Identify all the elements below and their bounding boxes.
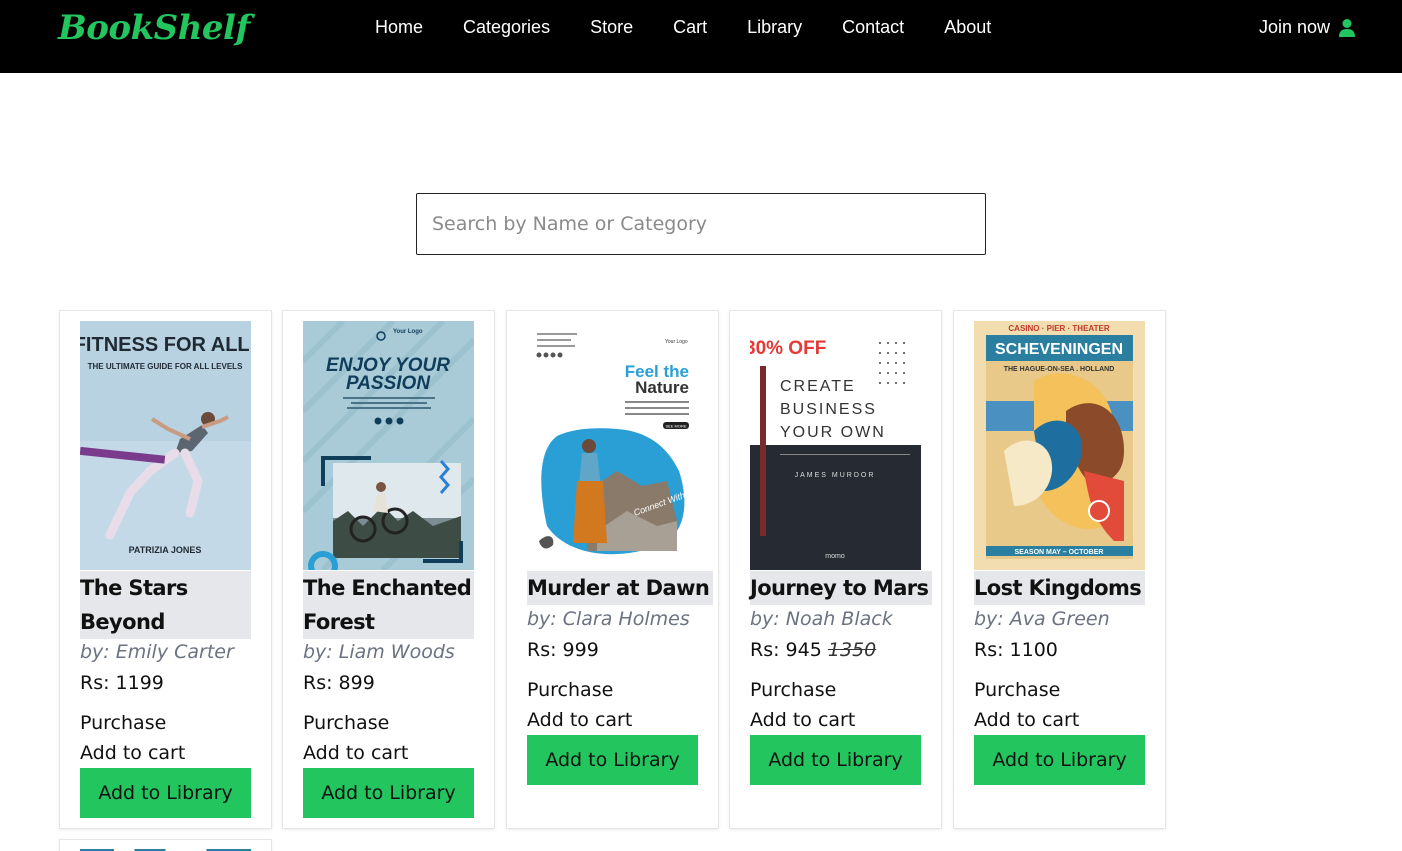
cover-line-1: CREATE [780,378,856,395]
cover-heading: FITNESS FOR ALL: [80,334,251,356]
book-author: by: Ava Green [974,608,1110,630]
cover-top: CASINO · PIER · THEATER [1008,324,1109,333]
book-title: Journey to Mars [750,571,933,605]
cover-author: PATRIZIA JONES [129,545,202,555]
book-cover[interactable]: Your Logo Feel the Nature SEE MORE Conne… [527,321,698,570]
add-to-library-button[interactable]: Add to Library [303,768,474,818]
add-to-cart-link[interactable]: Add to cart [527,709,632,731]
book-cover[interactable]: 30% OFF CREATE BUSINESS YOUR OWN JAMES M… [750,321,921,570]
cover-logo: Your Logo [393,329,423,335]
book-card: Your Logo Feel the Nature SEE MORE Conne… [506,310,719,829]
purchase-link[interactable]: Purchase [974,679,1060,701]
cover-bottom: SEASON MAY – OCTOBER [1015,549,1104,556]
cover-image: FITNESS FOR ALL: THE ULTIMATE GUIDE FOR … [80,321,251,570]
book-cover[interactable]: Your Logo ENJOY YOUR PASSION [303,321,474,570]
book-price-current: Rs: 945 [750,639,822,661]
cover-author: JAMES MURDOR [795,472,876,479]
nav-library[interactable]: Library [747,17,802,38]
add-to-library-button[interactable]: Add to Library [974,735,1145,785]
nav-cart[interactable]: Cart [673,17,707,38]
book-title: The Stars Beyond [80,571,251,639]
cover-image: Your Logo ENJOY YOUR PASSION [303,321,474,570]
book-price: Rs: 1199 [80,672,164,694]
nav-home[interactable]: Home [375,17,423,38]
book-card: Your Logo ENJOY YOUR PASSION The Enchant… [282,310,495,829]
navbar: BookShelf Home Categories Store Cart Lib… [0,0,1402,73]
book-price: Rs: 999 [527,639,599,661]
add-to-cart-link[interactable]: Add to cart [303,742,408,764]
book-author: by: Clara Holmes [527,608,690,630]
book-title: Lost Kingdoms [974,571,1146,605]
book-card: FITNESS FOR ALL: THE ULTIMATE GUIDE FOR … [59,310,272,829]
book-author: by: Liam Woods [303,641,455,663]
purchase-link[interactable]: Purchase [527,679,613,701]
nav-store[interactable]: Store [590,17,633,38]
book-author: by: Noah Black [750,608,893,630]
cover-logo: Your Logo [665,339,688,345]
cover-line-2: BUSINESS [780,401,877,418]
nav-contact[interactable]: Contact [842,17,904,38]
cover-subheading: THE HAGUE-ON-SEA . HOLLAND [1004,366,1115,373]
book-author: by: Emily Carter [80,641,234,663]
cover-image: Your Logo Feel the Nature SEE MORE Conne… [527,321,698,570]
purchase-link[interactable]: Purchase [303,712,389,734]
brand-logo[interactable]: BookShelf [58,8,250,48]
cover-button: SEE MORE [665,424,686,429]
purchase-link[interactable]: Purchase [80,712,166,734]
cover-publisher: momo [825,553,845,560]
book-title: Murder at Dawn [527,571,714,605]
book-title: The Enchanted Forest [303,571,474,639]
nav-about[interactable]: About [944,17,991,38]
book-cover[interactable]: FITNESS FOR ALL: THE ULTIMATE GUIDE FOR … [80,321,251,570]
cover-heading: SCHEVENINGEN [995,341,1123,358]
book-card: 30% OFF CREATE BUSINESS YOUR OWN JAMES M… [729,310,942,829]
add-to-library-button[interactable]: Add to Library [750,735,921,785]
cover-image: CASINO · PIER · THEATER SCHEVENINGEN THE… [974,321,1145,570]
cover-subheading: THE ULTIMATE GUIDE FOR ALL LEVELS [88,362,243,371]
cover-badge: 30% OFF [750,338,826,359]
book-price: Rs: 899 [303,672,375,694]
cover-line-3: YOUR OWN [780,424,886,441]
add-to-cart-link[interactable]: Add to cart [80,742,185,764]
add-to-cart-link[interactable]: Add to cart [750,709,855,731]
join-now-label: Join now [1258,17,1330,37]
nav-categories[interactable]: Categories [463,17,550,38]
book-price: Rs: 945 1350 [750,639,876,661]
cover-heading-2: PASSION [346,373,431,394]
book-card: CASINO · PIER · THEATER SCHEVENINGEN THE… [953,310,1166,829]
join-now-button[interactable]: Join now [1259,17,1356,38]
purchase-link[interactable]: Purchase [750,679,836,701]
cover-heading-2: Nature [635,378,689,397]
cover-image: 30% OFF CREATE BUSINESS YOUR OWN JAMES M… [750,321,921,570]
book-cover[interactable]: CASINO · PIER · THEATER SCHEVENINGEN THE… [974,321,1145,570]
book-price: Rs: 1100 [974,639,1058,661]
book-card-partial [59,839,272,851]
nav-links: Home Categories Store Cart Library Conta… [375,17,991,38]
add-to-library-button[interactable]: Add to Library [80,768,251,818]
add-to-cart-link[interactable]: Add to cart [974,709,1079,731]
user-icon [1339,18,1355,37]
book-price-original: 1350 [827,639,877,661]
add-to-library-button[interactable]: Add to Library [527,735,698,785]
search-input[interactable] [416,193,986,255]
